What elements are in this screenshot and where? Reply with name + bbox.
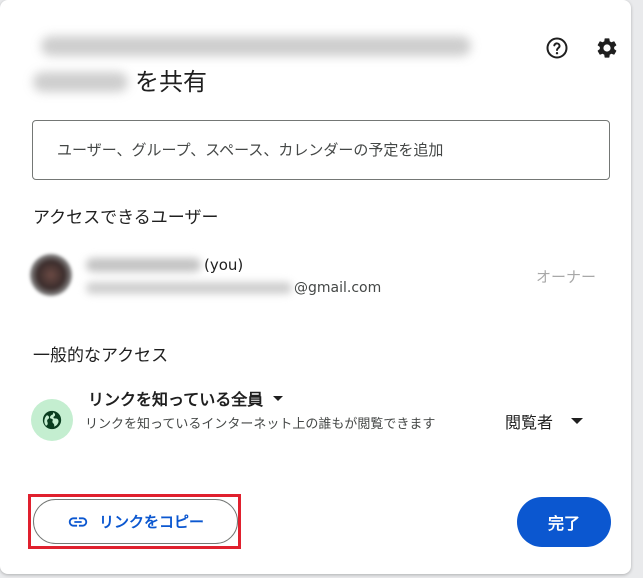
title-suffix: を共有 [135,68,207,96]
share-dialog: を共有 アクセスできるユーザー (you) @gmail.com オーナー 一般… [0,0,631,574]
owner-role-label: オーナー [535,268,596,286]
dialog-title: を共有 [33,30,473,102]
add-people-input[interactable] [32,120,610,180]
globe-icon [42,410,62,430]
you-label: (you) [204,256,244,274]
email-domain: @gmail.com [294,280,382,296]
chevron-down-icon [273,395,284,401]
blurred-user-name [86,258,201,272]
copy-link-label: リンクをコピー [98,513,204,531]
people-with-access-heading: アクセスできるユーザー [33,208,219,228]
link-access-description: リンクを知っているインターネット上の誰もが閲覧できます [85,417,436,432]
gear-icon [597,38,617,58]
link-icon [68,516,88,527]
help-circle-icon [546,37,568,59]
blurred-email [86,282,292,294]
help-button[interactable] [543,34,571,62]
owner-row: (you) @gmail.com オーナー [30,252,610,300]
link-access-value: リンクを知っている全員 [88,390,264,409]
chevron-down-icon [571,418,584,424]
general-access-heading: 一般的なアクセス [33,346,169,366]
general-access-row: リンクを知っている全員 リンクを知っているインターネット上の誰もが閲覧できます … [31,383,611,463]
role-select[interactable]: 閲覧者 [505,409,584,433]
done-button[interactable]: 完了 [517,497,611,547]
globe-badge [31,399,73,441]
blurred-file-name [41,36,471,56]
role-value: 閲覧者 [505,413,554,432]
blurred-file-name-line2 [33,72,128,92]
copy-link-button[interactable]: リンクをコピー [33,499,238,544]
link-access-select[interactable]: リンクを知っている全員 [88,386,284,410]
avatar [30,254,72,296]
settings-button[interactable] [593,34,621,62]
